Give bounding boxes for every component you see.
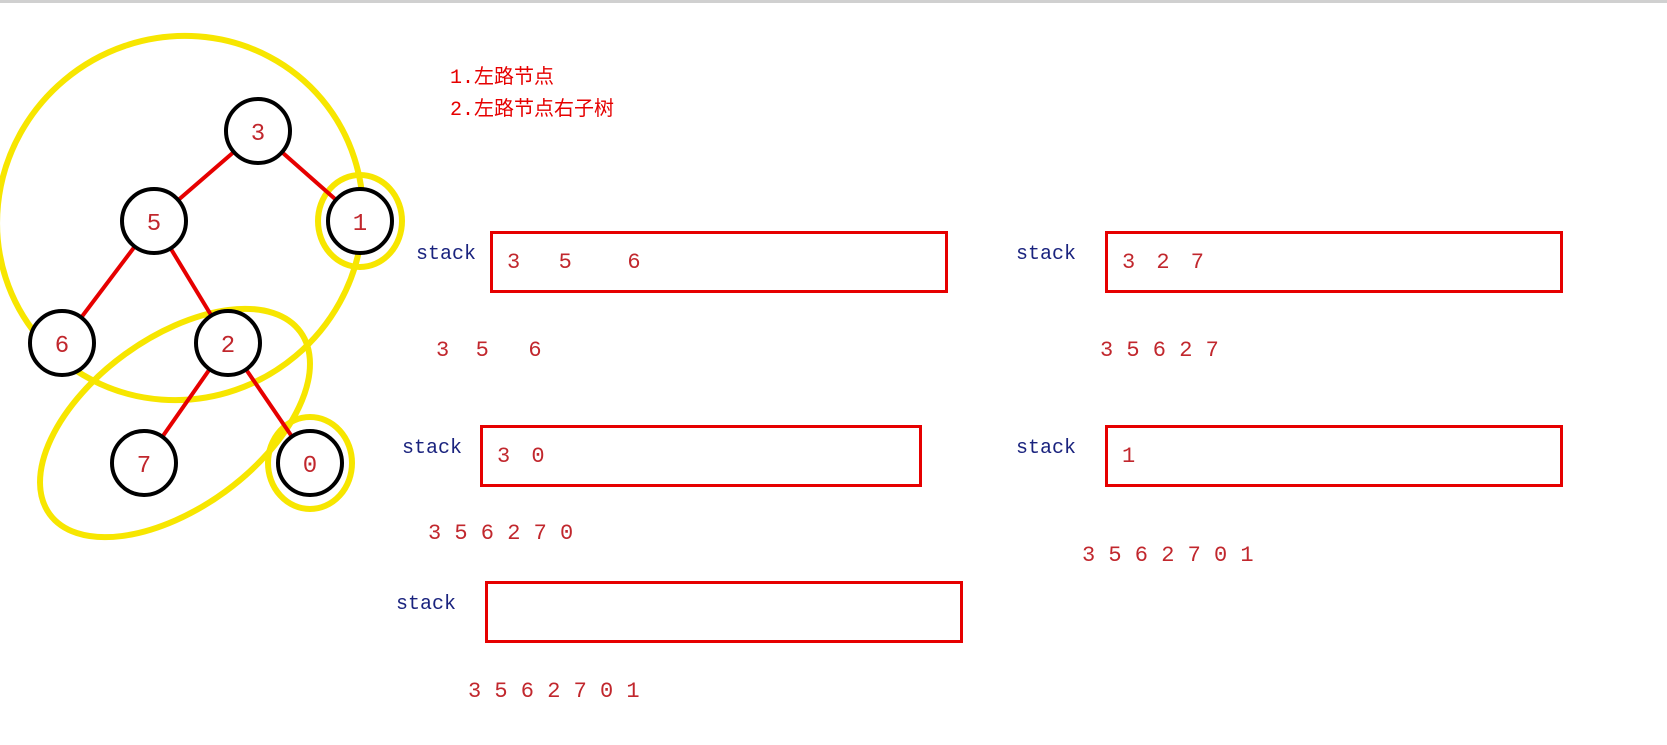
legend-text: 1.左路节点 2.左路节点右子树: [450, 63, 614, 127]
stack-content-1: 3 5 6: [507, 250, 645, 275]
tree-node-7: 7: [112, 431, 176, 495]
tree-svg: 3 5 1 6 2 7 0: [0, 3, 420, 563]
stack-box-3: 3 0: [480, 425, 922, 487]
tree-node-1: 1: [328, 189, 392, 253]
legend-line-2: 2.左路节点右子树: [450, 95, 614, 127]
stack-box-2: 3 2 7: [1105, 231, 1563, 293]
tree-node-6: 6: [30, 311, 94, 375]
svg-text:7: 7: [137, 453, 151, 480]
highlight-left-path-2: [0, 263, 350, 563]
stack-box-1: 3 5 6: [490, 231, 948, 293]
svg-text:1: 1: [353, 211, 367, 238]
stack-label-3: stack: [402, 437, 462, 460]
stack-output-4: 3 5 6 2 7 0 1: [1082, 543, 1254, 568]
svg-text:3: 3: [251, 121, 265, 148]
stack-output-1: 3 5 6: [436, 338, 542, 363]
svg-text:0: 0: [303, 453, 317, 480]
svg-text:5: 5: [147, 211, 161, 238]
legend-line-1: 1.左路节点: [450, 63, 614, 95]
stack-box-4: 1: [1105, 425, 1563, 487]
tree-node-5: 5: [122, 189, 186, 253]
stack-output-2: 3 5 6 2 7: [1100, 338, 1219, 363]
stack-content-3: 3 0: [497, 444, 549, 469]
stack-label-2: stack: [1016, 243, 1076, 266]
tree-diagram: 3 5 1 6 2 7 0: [0, 3, 420, 563]
tree-node-0: 0: [278, 431, 342, 495]
stack-output-5: 3 5 6 2 7 0 1: [468, 679, 640, 704]
svg-text:2: 2: [221, 333, 235, 360]
stack-content-2: 3 2 7: [1122, 250, 1208, 275]
stack-label-5: stack: [396, 593, 456, 616]
stack-output-3: 3 5 6 2 7 0: [428, 521, 573, 546]
svg-text:6: 6: [55, 333, 69, 360]
stack-label-4: stack: [1016, 437, 1076, 460]
stack-label-1: stack: [416, 243, 476, 266]
stack-box-5: [485, 581, 963, 643]
tree-node-3: 3: [226, 99, 290, 163]
stack-content-4: 1: [1122, 444, 1139, 469]
tree-node-2: 2: [196, 311, 260, 375]
